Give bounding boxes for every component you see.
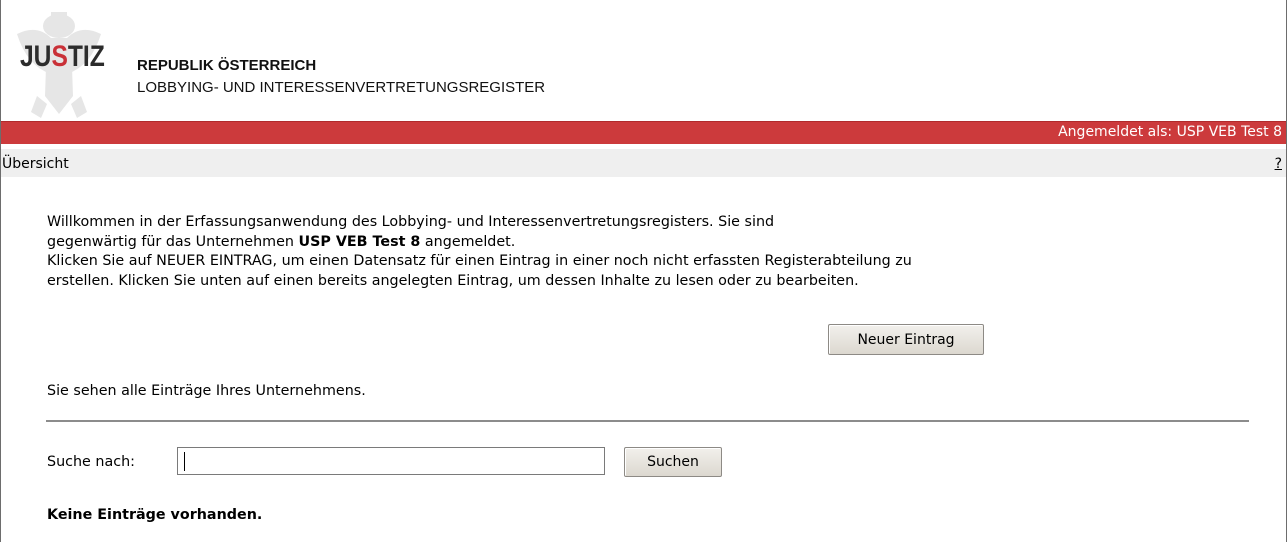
help-link[interactable]: ?	[1275, 156, 1282, 172]
search-label: Suche nach:	[47, 454, 135, 470]
status-bar-top-line	[1, 121, 1286, 122]
empty-message: Keine Einträge vorhanden.	[47, 507, 263, 523]
header-title: REPUBLIK ÖSTERREICH	[137, 57, 317, 74]
intro-text: Willkommen in der Erfassungsanwendung de…	[47, 213, 1227, 291]
company-name: USP VEB Test 8	[298, 233, 421, 250]
nav-bar	[1, 149, 1286, 177]
search-button[interactable]: Suchen	[624, 447, 722, 477]
intro-line-1: Willkommen in der Erfassungsanwendung de…	[47, 214, 775, 230]
divider	[46, 420, 1249, 422]
info-text: Sie sehen alle Einträge Ihres Unternehme…	[47, 383, 366, 399]
text-cursor	[184, 452, 185, 471]
page-header: JUSTIZ REPUBLIK ÖSTERREICH LOBBYING- UND…	[1, 0, 1286, 121]
justiz-logo: JUSTIZ	[20, 40, 105, 73]
header-subtitle: LOBBYING- UND INTERESSENVERTRETUNGSREGIS…	[137, 79, 546, 96]
nav-title: Übersicht	[2, 156, 69, 172]
search-input[interactable]	[177, 447, 605, 475]
intro-line-4: erstellen. Klicken Sie unten auf einen b…	[47, 272, 859, 289]
logged-in-as-text: Angemeldet als: USP VEB Test 8	[1058, 124, 1282, 140]
new-entry-button[interactable]: Neuer Eintrag	[828, 324, 984, 355]
intro-line-3: Klicken Sie auf NEUER EINTRAG, um einen …	[47, 253, 912, 269]
intro-line-2: gegenwärtig für das Unternehmen USP VEB …	[47, 233, 516, 250]
